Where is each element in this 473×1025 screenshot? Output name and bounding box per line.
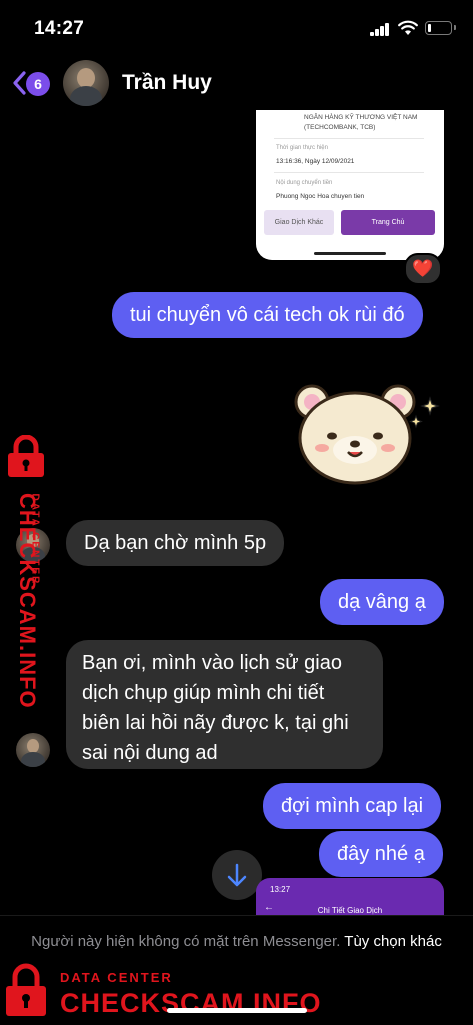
receipt-home-button: Trang Chủ <box>341 210 435 235</box>
contact-avatar[interactable] <box>63 60 109 106</box>
receipt-bank-name: NGÂN HÀNG KỸ THƯƠNG VIỆT NAM <box>304 114 418 121</box>
availability-notice-text: Người này hiện không có mặt trên Messeng… <box>31 933 341 950</box>
unread-count-badge[interactable]: 6 <box>26 72 50 96</box>
receipt-image[interactable]: NGÂN HÀNG KỸ THƯƠNG VIỆT NAM (TECHCOMBAN… <box>256 110 444 260</box>
message-bubble-incoming[interactable]: Bạn ơi, mình vào lịch sử giao dịch chụp … <box>66 640 383 769</box>
lock-icon <box>8 435 44 477</box>
bear-sticker[interactable] <box>290 380 440 490</box>
contact-avatar-small[interactable] <box>16 733 50 767</box>
message-bubble-outgoing[interactable]: dạ vâng ạ <box>320 579 444 625</box>
status-bar: 14:27 <box>0 0 473 56</box>
chat-header: 6 Trần Huy <box>0 56 473 110</box>
receipt-time-value: 13:16:36, Ngày 12/09/2021 <box>276 158 355 165</box>
heart-reaction-icon[interactable]: ❤️ <box>404 253 442 285</box>
image-status-time: 13:27 <box>270 885 291 894</box>
home-indicator[interactable] <box>167 1008 307 1013</box>
lock-icon <box>6 963 46 1016</box>
receipt-other-transaction-button: Giao Dịch Khác <box>264 210 334 235</box>
receipt-bank-code: (TECHCOMBANK, TCB) <box>304 124 376 131</box>
receipt-content-value: Phuong Ngoc Hoa chuyen tien <box>276 193 365 200</box>
message-bubble-outgoing[interactable]: đây nhé ạ <box>319 831 443 877</box>
scroll-down-arrow-icon <box>227 863 247 887</box>
battery-icon <box>425 21 456 35</box>
more-options-link[interactable]: Tùy chọn khác <box>344 933 442 950</box>
availability-notice: Người này hiện không có mặt trên Messeng… <box>20 930 453 954</box>
scroll-to-bottom-button[interactable] <box>212 850 262 900</box>
message-bubble-outgoing[interactable]: tui chuyển vô cái tech ok rùi đó <box>112 292 423 338</box>
message-bubble-incoming[interactable]: Dạ bạn chờ mình 5p <box>66 520 285 566</box>
receipt-content-label: Nội dung chuyển tiền <box>276 180 333 186</box>
watermark-brand: CHECKSCAM.INFO <box>60 988 322 1018</box>
watermark-bottom: DATA CENTER CHECKSCAM.INFO <box>0 958 321 1024</box>
wifi-icon <box>398 20 418 35</box>
image-title: Chi Tiết Giao Dịch <box>317 906 383 915</box>
message-bubble-outgoing[interactable]: đợi mình cap lại <box>263 783 442 829</box>
watermark-brand: CHECKSCAM.INFO <box>15 493 40 709</box>
transaction-detail-image[interactable]: 13:27 ← Chi Tiết Giao Dịch <box>256 878 444 918</box>
status-time: 14:27 <box>34 18 85 39</box>
receipt-time-label: Thời gian thực hiện <box>276 145 328 151</box>
signal-icon <box>370 22 390 36</box>
watermark-vertical: DATA CENTER CHECKSCAM.INFO <box>0 435 56 709</box>
watermark-data-center: DATA CENTER <box>60 970 173 985</box>
contact-name[interactable]: Trần Huy <box>122 71 212 95</box>
